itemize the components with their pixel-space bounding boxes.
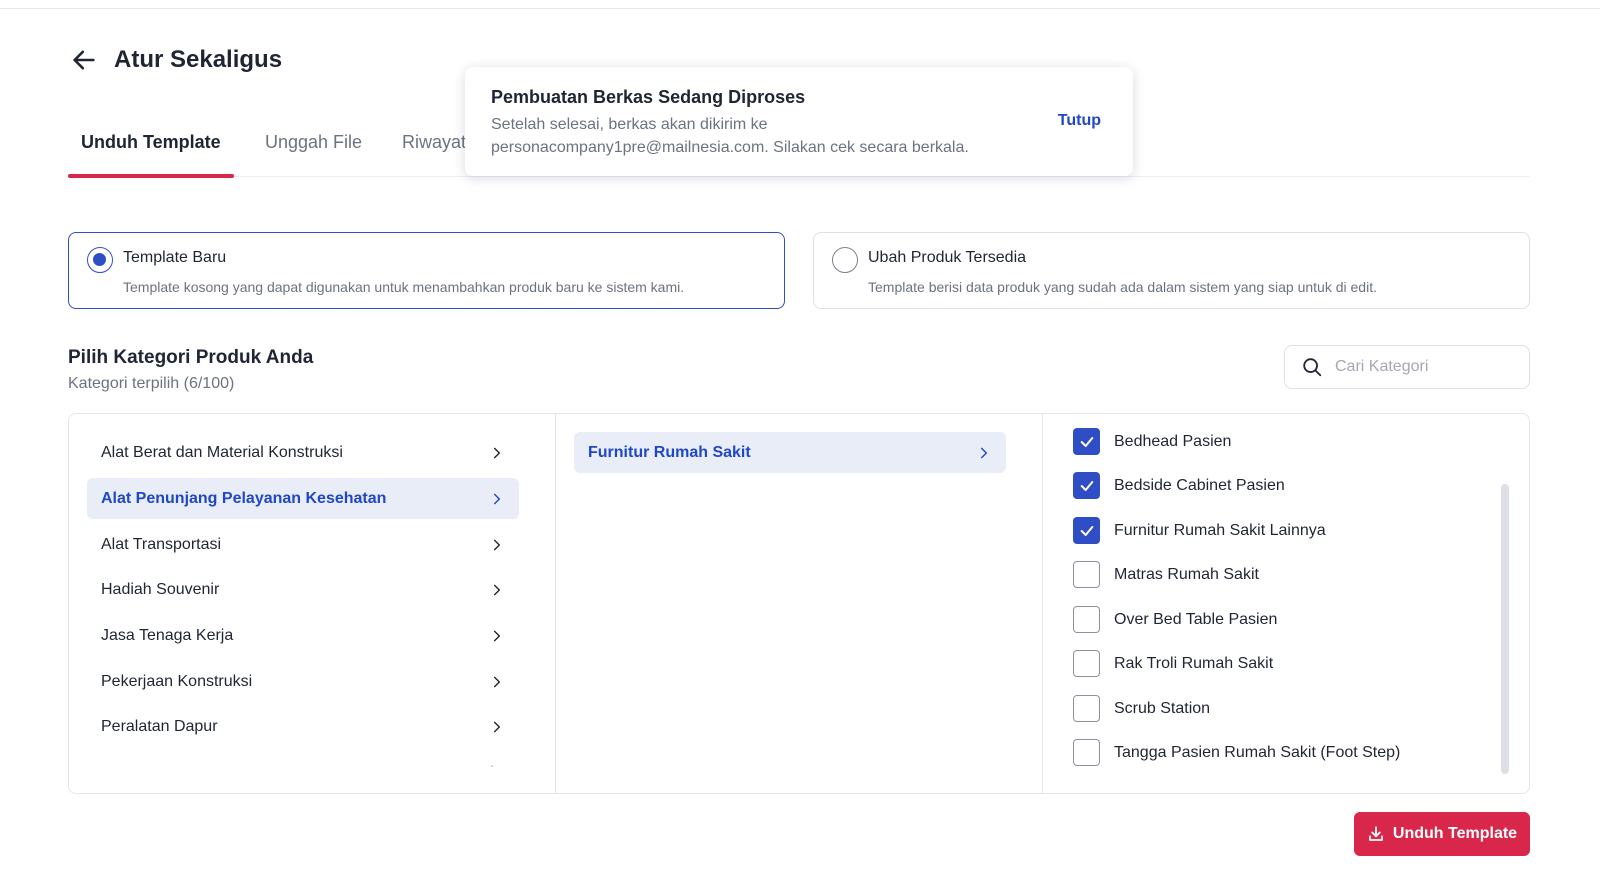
category-column-level1: Alat Berat dan Material Konstruksi Alat … [69,414,556,793]
leaf-category-label: Bedhead Pasien [1114,432,1232,450]
chevron-right-icon [489,445,505,461]
chevron-right-icon [489,537,505,553]
leaf-category-item[interactable]: Tangga Pasien Rumah Sakit (Foot Step) [1073,739,1400,766]
category-picker: Alat Berat dan Material Konstruksi Alat … [68,413,1530,794]
category-item[interactable]: Alat Transportasi [87,524,519,565]
category-item[interactable]: Peralatan Dapur [87,706,519,747]
toast-title: Pembuatan Berkas Sedang Diproses [491,87,806,107]
category-label: Jasa Tenaga Kerja [101,626,234,644]
leaf-list-scrollbar[interactable] [1501,484,1509,774]
category-column-level3: Bedhead Pasien Bedside Cabinet Pasien Fu… [1043,414,1529,793]
tab-unduh-template[interactable]: Unduh Template [68,124,234,178]
subcategory-item-active[interactable]: Furnitur Rumah Sakit [574,432,1006,473]
category-item-active[interactable]: Alat Penunjang Pelayanan Kesehatan [87,478,519,519]
category-label: Pekerjaan Konstruksi [101,672,253,690]
option-card-ubah-produk[interactable]: Ubah Produk Tersedia Template berisi dat… [813,232,1530,309]
leaf-category-item[interactable]: Over Bed Table Pasien [1073,606,1277,633]
option-title: Template Baru [123,249,227,266]
page-header: Atur Sekaligus [68,44,282,76]
category-item[interactable]: Alat Berat dan Material Konstruksi [87,432,519,473]
checkbox-checked[interactable] [1073,428,1100,455]
chevron-right-icon [489,674,505,690]
category-label: Alat Berat dan Material Konstruksi [101,443,343,461]
check-icon [1080,480,1093,491]
download-icon [1369,826,1383,841]
radio-template-baru[interactable] [87,247,113,273]
leaf-category-item[interactable]: Bedhead Pasien [1073,428,1231,455]
checkbox[interactable] [1073,561,1100,588]
leaf-category-label: Tangga Pasien Rumah Sakit (Foot Step) [1114,743,1401,761]
leaf-category-label: Rak Troli Rumah Sakit [1114,654,1274,672]
scroll-hint [491,765,493,767]
category-search [1284,345,1530,389]
check-icon [1080,525,1093,536]
download-template-button[interactable]: Unduh Template [1354,812,1530,856]
checkbox[interactable] [1073,739,1100,766]
checkbox[interactable] [1073,606,1100,633]
leaf-category-item[interactable]: Furnitur Rumah Sakit Lainnya [1073,517,1326,544]
top-divider [0,8,1600,9]
check-icon [1080,436,1093,447]
checkbox-checked[interactable] [1073,472,1100,499]
leaf-category-item[interactable]: Rak Troli Rumah Sakit [1073,650,1273,677]
leaf-category-label: Matras Rumah Sakit [1114,565,1259,583]
tab-unggah-file[interactable]: Unggah File [252,124,375,176]
checkbox[interactable] [1073,695,1100,722]
subcategory-label: Furnitur Rumah Sakit [588,443,751,461]
leaf-category-item[interactable]: Bedside Cabinet Pasien [1073,472,1285,499]
leaf-category-label: Furnitur Rumah Sakit Lainnya [1114,521,1326,539]
chevron-right-icon [489,582,505,598]
option-title: Ubah Produk Tersedia [868,249,1027,266]
back-button[interactable] [68,44,100,76]
category-item[interactable]: Hadiah Souvenir [87,569,519,610]
category-selected-count: Kategori terpilih (6/100) [68,375,235,392]
processing-toast: Pembuatan Berkas Sedang Diproses Setelah… [465,67,1133,176]
checkbox-checked[interactable] [1073,517,1100,544]
category-column-level2: Furnitur Rumah Sakit [556,414,1043,793]
category-item[interactable]: Pekerjaan Konstruksi [87,661,519,702]
toast-close-button[interactable]: Tutup [1058,112,1101,130]
download-button-label: Unduh Template [1392,825,1518,842]
category-search-input[interactable] [1335,358,1515,376]
option-card-template-baru[interactable]: Template Baru Template kosong yang dapat… [68,232,785,309]
leaf-category-item[interactable]: Scrub Station [1073,695,1210,722]
leaf-category-label: Over Bed Table Pasien [1114,610,1278,628]
option-description: Template berisi data produk yang sudah a… [868,279,1377,295]
chevron-right-icon [976,445,992,461]
leaf-category-item[interactable]: Matras Rumah Sakit [1073,561,1259,588]
category-label: Alat Penunjang Pelayanan Kesehatan [101,489,387,507]
category-label: Hadiah Souvenir [101,580,220,598]
arrow-left-icon [73,50,95,70]
category-section-title: Pilih Kategori Produk Anda [68,347,314,368]
leaf-category-label: Bedside Cabinet Pasien [1114,476,1285,494]
page-title: Atur Sekaligus [114,46,283,73]
leaf-category-label: Scrub Station [1114,699,1211,717]
chevron-right-icon [489,719,505,735]
checkbox[interactable] [1073,650,1100,677]
search-icon [1303,358,1322,377]
category-label: Alat Transportasi [101,535,222,553]
category-label: Peralatan Dapur [101,717,218,735]
chevron-right-icon [489,628,505,644]
radio-ubah-produk[interactable] [832,247,858,273]
chevron-right-icon [489,491,505,507]
toast-message: Setelah selesai, berkas akan dikirim ke … [491,116,969,156]
category-item[interactable]: Jasa Tenaga Kerja [87,615,519,656]
option-description: Template kosong yang dapat digunakan unt… [123,279,685,295]
